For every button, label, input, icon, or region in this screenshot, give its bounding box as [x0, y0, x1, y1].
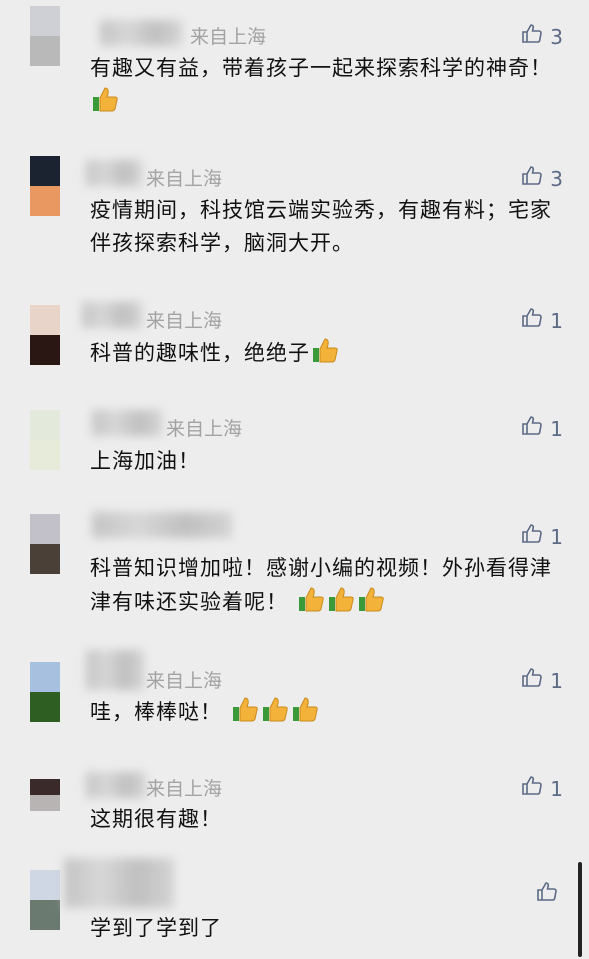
- like-button[interactable]: 1: [520, 666, 563, 695]
- comment-text-wrap: 上海加油！: [90, 445, 560, 478]
- comment-text-wrap: 疫情期间，科技馆云端实验秀，有趣有料；宅家伴孩探索科学，脑洞大开。: [90, 194, 560, 260]
- avatar[interactable]: [30, 514, 60, 574]
- comment-text-wrap: 哇，棒棒哒！: [90, 695, 560, 729]
- like-button[interactable]: 3: [520, 22, 563, 51]
- comment-text-wrap: 科普的趣味性，绝绝子: [90, 336, 560, 370]
- thumbs-up-outline-icon: [520, 164, 544, 193]
- location-label: 来自上海: [146, 778, 223, 800]
- comment-text: 上海加油！: [90, 449, 200, 473]
- avatar[interactable]: [30, 779, 60, 811]
- thumbs-up-emoji-icon: [91, 85, 119, 113]
- thumbs-up-outline-icon: [520, 522, 544, 551]
- username-blurred: [82, 302, 142, 328]
- avatar[interactable]: [30, 410, 60, 470]
- username-blurred: [64, 858, 174, 908]
- thumbs-up-emoji-icon: [291, 695, 319, 723]
- thumbs-up-emoji-icon: [311, 336, 339, 364]
- thumbs-up-emoji-icon: [231, 695, 259, 723]
- thumbs-up-outline-icon: [520, 774, 544, 803]
- username-blurred: [86, 650, 144, 690]
- thumbs-up-outline-icon: [520, 414, 544, 443]
- like-button[interactable]: 1: [520, 774, 563, 803]
- avatar[interactable]: [30, 156, 60, 216]
- username-blurred: [86, 772, 146, 798]
- like-count: 1: [550, 668, 563, 693]
- comment-text-wrap: 这期很有趣！: [90, 803, 560, 836]
- comment-text: 哇，棒棒哒！: [90, 700, 222, 724]
- thumbs-up-emoji-icon: [357, 585, 385, 613]
- location-label: 来自上海: [166, 418, 243, 440]
- like-button[interactable]: 1: [520, 306, 563, 335]
- comment-text: 科普的趣味性，绝绝子: [90, 341, 310, 365]
- username-blurred: [92, 410, 162, 436]
- comment-text: 有趣又有益，带着孩子一起来探索科学的神奇！: [90, 56, 552, 80]
- like-button[interactable]: 1: [520, 522, 563, 551]
- comment-text-wrap: 科普知识增加啦！感谢小编的视频！外孙看得津津有味还实验着呢！: [90, 552, 560, 619]
- avatar[interactable]: [30, 6, 60, 66]
- like-button[interactable]: 1: [520, 414, 563, 443]
- comment-text: 学到了学到了: [90, 916, 222, 940]
- comment-text-wrap: 有趣又有益，带着孩子一起来探索科学的神奇！: [90, 52, 560, 119]
- scrollbar[interactable]: [578, 862, 582, 957]
- like-count: 1: [550, 416, 563, 441]
- location-label: 来自上海: [146, 168, 223, 190]
- username-blurred: [100, 20, 182, 46]
- location-label: 来自上海: [146, 670, 223, 692]
- comment-text-wrap: 学到了学到了: [90, 912, 560, 945]
- comment-text: 疫情期间，科技馆云端实验秀，有趣有料；宅家伴孩探索科学，脑洞大开。: [90, 198, 552, 255]
- avatar[interactable]: [30, 305, 60, 365]
- like-count: 1: [550, 776, 563, 801]
- avatar[interactable]: [30, 662, 60, 722]
- thumbs-up-outline-icon: [520, 22, 544, 51]
- comment-text: 这期很有趣！: [90, 807, 222, 831]
- like-button[interactable]: [535, 880, 559, 909]
- username-blurred: [86, 160, 142, 186]
- thumbs-up-emoji-icon: [297, 585, 325, 613]
- thumbs-up-outline-icon: [520, 666, 544, 695]
- like-count: 3: [550, 24, 563, 49]
- location-label: 来自上海: [146, 310, 223, 332]
- thumbs-up-outline-icon: [520, 306, 544, 335]
- avatar[interactable]: [30, 870, 60, 930]
- like-count: 1: [550, 308, 563, 333]
- like-button[interactable]: 3: [520, 164, 563, 193]
- location-label: 来自上海: [190, 26, 267, 48]
- thumbs-up-emoji-icon: [261, 695, 289, 723]
- like-count: 1: [550, 524, 563, 549]
- thumbs-up-outline-icon: [535, 880, 559, 909]
- thumbs-up-emoji-icon: [327, 585, 355, 613]
- username-blurred: [92, 512, 232, 538]
- like-count: 3: [550, 166, 563, 191]
